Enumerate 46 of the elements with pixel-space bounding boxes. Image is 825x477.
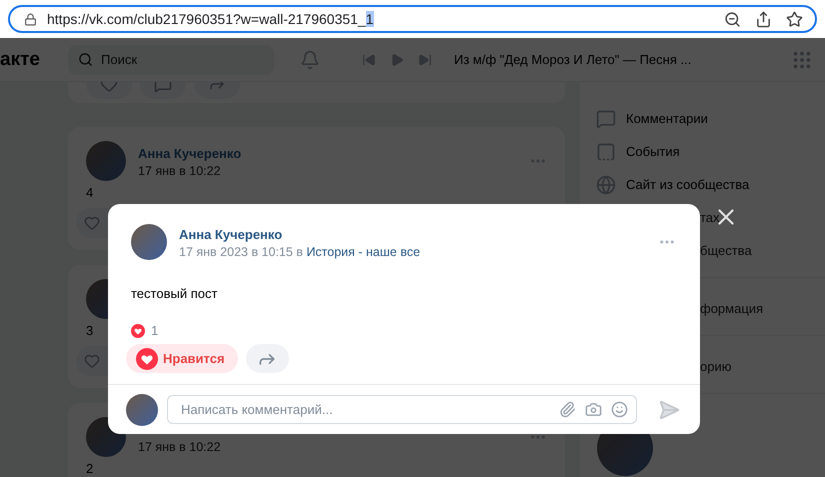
post-date: 17 янв 2023 в 10:15 в История - наше все [179, 245, 420, 259]
post-text: 4 [86, 185, 94, 200]
star-icon[interactable] [786, 10, 803, 28]
camera-icon[interactable] [585, 401, 602, 418]
address-bar[interactable]: https://vk.com/club217960351?w=wall-217960351_1 [8, 5, 817, 33]
sidebar-link[interactable]: орию [700, 359, 732, 374]
avatar-photo [86, 141, 126, 181]
likes-count: 1 [151, 323, 158, 338]
group-link[interactable]: История - наше все [306, 245, 420, 259]
search-field[interactable]: Поиск [68, 44, 274, 74]
avatar-photo [131, 224, 167, 260]
like-button[interactable]: Нравится [126, 344, 238, 373]
comment-field[interactable]: Написать комментарий... [167, 395, 637, 424]
author-name[interactable]: Анна Кучеренко [179, 227, 282, 242]
post-date: 17 янв в 10:22 [138, 164, 221, 178]
calendar-icon [596, 142, 616, 162]
track-title[interactable]: Из м/ф "Дед Мороз И Лето" — Песня ... [454, 52, 791, 67]
sidebar-link[interactable]: бщества [700, 243, 752, 258]
sidebar-link[interactable]: События [626, 144, 680, 159]
search-icon [78, 52, 93, 67]
bell-icon[interactable] [300, 50, 320, 70]
author-name[interactable]: Анна Кучеренко [138, 146, 242, 161]
search-placeholder: Поиск [101, 52, 138, 67]
sidebar-link[interactable]: Комментарии [626, 111, 708, 126]
send-icon[interactable] [658, 398, 680, 420]
post-text: тестовый пост [131, 286, 218, 301]
zoom-out-icon[interactable] [724, 10, 741, 28]
comment-icon [596, 108, 616, 128]
share-button[interactable] [246, 344, 289, 373]
lock-icon [24, 12, 37, 26]
url-text: https://vk.com/club217960351?w=wall-217960351_1 [47, 11, 375, 27]
paperclip-icon[interactable] [559, 401, 576, 418]
post-text: 3 [86, 323, 94, 338]
logo-text[interactable]: акте [0, 48, 68, 70]
sidebar-link[interactable]: Сайт из сообщества [626, 177, 750, 192]
share-icon[interactable] [755, 10, 772, 28]
globe-icon [596, 174, 616, 194]
post-text: 2 [86, 461, 94, 476]
play-icon[interactable] [390, 52, 404, 66]
smile-icon[interactable] [611, 401, 628, 418]
previous-icon[interactable] [362, 52, 376, 66]
sidebar-link[interactable]: формация [700, 301, 764, 316]
avatar-photo [126, 394, 158, 426]
sidebar-link[interactable]: тах [700, 210, 720, 225]
next-icon[interactable] [418, 52, 432, 66]
post-date: 17 янв в 10:22 [138, 440, 221, 454]
